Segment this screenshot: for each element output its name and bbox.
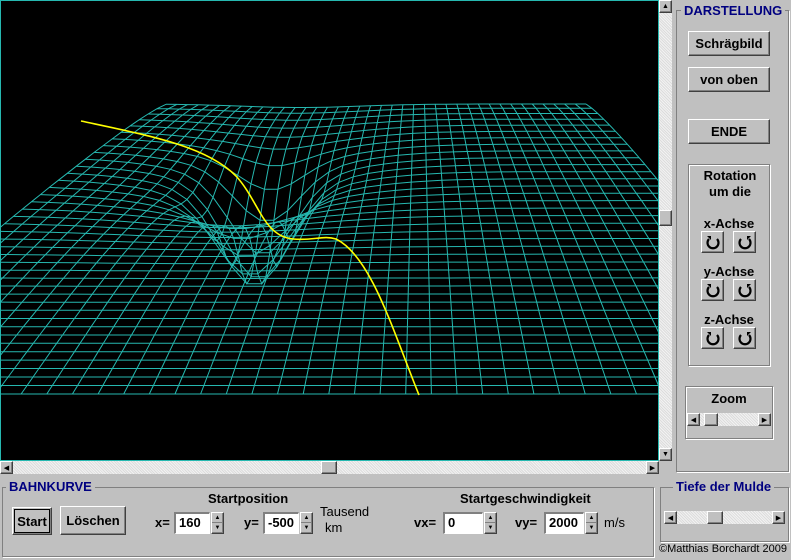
startposition-label: Startposition	[208, 491, 289, 506]
vy-spinner[interactable]: ▲ ▼	[585, 512, 598, 534]
mesh-row	[1, 238, 658, 244]
surface-plot	[1, 103, 658, 396]
spin-down-icon[interactable]: ▼	[586, 523, 597, 533]
mesh-column	[456, 103, 509, 395]
y-spinner[interactable]: ▲ ▼	[300, 512, 313, 534]
zoom-left-button[interactable]: ◀	[687, 413, 700, 426]
zoom-panel: Zoom ◀ ▶	[685, 386, 773, 439]
loeschen-button[interactable]: Löschen	[60, 506, 126, 535]
start-button[interactable]: Start	[12, 507, 52, 535]
tiefe-title: Tiefe der Mulde	[673, 480, 775, 494]
tiefe-thumb[interactable]	[707, 511, 724, 524]
scroll-left-button[interactable]: ◀	[0, 461, 13, 474]
tiefe-right-button[interactable]: ▶	[772, 511, 785, 524]
zoom-label: Zoom	[711, 391, 747, 406]
rotate-z-cw-button[interactable]	[733, 327, 756, 349]
zoom-thumb[interactable]	[704, 413, 719, 426]
scroll-right-button[interactable]: ▶	[646, 461, 659, 474]
trajectory-curve	[80, 120, 420, 396]
mesh-column	[302, 105, 372, 395]
z-achse-label: z-Achse	[704, 312, 754, 327]
vx-input[interactable]: 0	[443, 512, 483, 534]
mesh-column	[328, 105, 382, 395]
mesh-column	[200, 106, 328, 395]
mesh-column	[148, 107, 307, 395]
rotate-cw-icon	[737, 236, 752, 250]
mesh-column	[354, 104, 393, 395]
mesh-column	[71, 106, 275, 395]
mesh-column	[123, 107, 296, 395]
surface-mesh	[1, 103, 658, 395]
vy-label: vy=	[515, 515, 538, 530]
startgeschwindigkeit-label: Startgeschwindigkeit	[460, 491, 591, 506]
scroll-up-button[interactable]: ▲	[659, 0, 672, 13]
spin-up-icon[interactable]: ▲	[586, 513, 597, 523]
vy-unit: m/s	[604, 515, 625, 530]
rotate-x-cw-button[interactable]	[733, 231, 756, 253]
mesh-column	[445, 104, 484, 395]
rotate-ccw-icon	[705, 284, 720, 298]
x-spinner[interactable]: ▲ ▼	[211, 512, 224, 534]
ende-button[interactable]: ENDE	[688, 119, 770, 144]
mesh-column	[499, 103, 612, 395]
zoom-slider[interactable]: ◀ ▶	[687, 412, 771, 427]
mesh-column	[424, 104, 432, 395]
spin-up-icon[interactable]: ▲	[212, 513, 223, 523]
viewport-vscrollbar[interactable]: ▲ ▼	[659, 0, 672, 461]
mesh-column	[553, 103, 658, 255]
viewport-hscrollbar[interactable]: ◀ ▶	[0, 461, 659, 474]
rotate-x-ccw-button[interactable]	[701, 231, 724, 253]
rotate-ccw-icon	[705, 236, 720, 250]
mesh-row	[1, 253, 658, 257]
copyright: ©Matthias Borchardt 2009	[659, 543, 787, 555]
hscroll-thumb[interactable]	[321, 461, 337, 474]
rotate-z-ccw-button[interactable]	[701, 327, 724, 349]
spin-down-icon[interactable]: ▼	[212, 523, 223, 533]
y-input[interactable]: -500	[263, 512, 299, 534]
darstellung-title: DARSTELLUNG	[681, 4, 786, 18]
schraegbild-button[interactable]: Schrägbild	[688, 31, 770, 56]
vx-spinner[interactable]: ▲ ▼	[484, 512, 497, 534]
mesh-row	[1, 277, 658, 280]
rotate-cw-icon	[737, 284, 752, 298]
tiefe-left-button[interactable]: ◀	[664, 511, 677, 524]
rotation-panel: Rotation um die x-Achse y-Achse z-Achse	[688, 164, 770, 366]
spin-down-icon[interactable]: ▼	[485, 523, 496, 533]
mesh-row	[13, 215, 658, 229]
unit-km: km	[325, 520, 343, 535]
rotate-ccw-icon	[705, 332, 720, 346]
rotate-y-cw-button[interactable]	[733, 279, 756, 301]
spin-up-icon[interactable]: ▲	[485, 513, 496, 523]
zoom-right-button[interactable]: ▶	[758, 413, 771, 426]
x-input[interactable]: 160	[174, 512, 210, 534]
mesh-row	[1, 230, 658, 238]
y-achse-label: y-Achse	[703, 264, 755, 279]
bahnkurve-title: BAHNKURVE	[6, 480, 95, 494]
unit-tausend: Tausend	[320, 504, 370, 519]
mesh-column	[585, 103, 658, 182]
spin-up-icon[interactable]: ▲	[301, 513, 312, 523]
mesh-row	[1, 261, 658, 265]
x-achse-label: x-Achse	[703, 216, 755, 231]
tiefe-slider[interactable]: ◀ ▶	[664, 510, 785, 525]
von-oben-button[interactable]: von oben	[688, 67, 770, 92]
vscroll-thumb[interactable]	[659, 210, 672, 226]
vx-label: vx=	[414, 515, 437, 530]
x-label: x=	[155, 515, 170, 530]
mesh-column	[574, 103, 658, 202]
y-label: y=	[244, 515, 259, 530]
mesh-row	[139, 118, 604, 129]
mesh-column	[531, 103, 658, 333]
mesh-column	[277, 105, 361, 395]
scroll-down-button[interactable]: ▼	[659, 448, 672, 461]
mesh-column	[434, 104, 458, 395]
viewport-3d[interactable]	[0, 0, 659, 461]
rotate-cw-icon	[737, 332, 752, 346]
vy-input[interactable]: 2000	[544, 512, 584, 534]
rotate-y-ccw-button[interactable]	[701, 279, 724, 301]
mesh-column	[477, 103, 561, 395]
rotation-title: Rotation um die	[703, 168, 757, 199]
mesh-column	[251, 106, 350, 395]
spin-down-icon[interactable]: ▼	[301, 523, 312, 533]
